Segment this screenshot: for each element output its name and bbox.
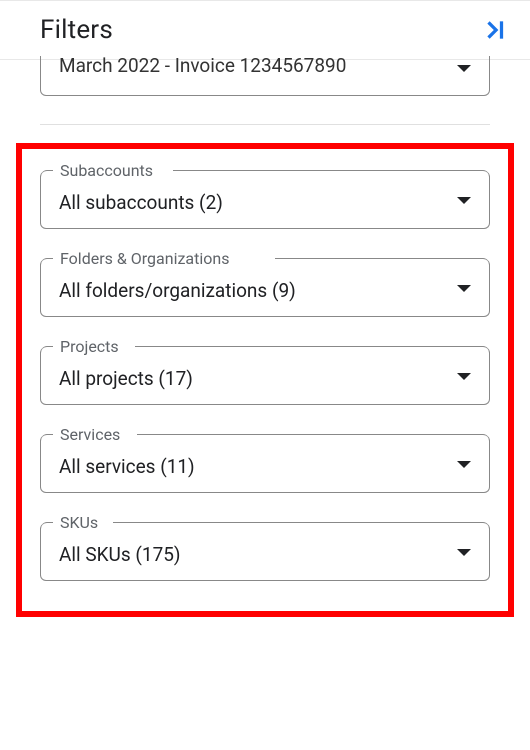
page-title: Filters xyxy=(40,15,113,45)
caret-down-icon xyxy=(457,373,471,380)
folders-label: Folders & Organizations xyxy=(54,249,235,268)
caret-down-icon xyxy=(457,285,471,292)
filter-skus: SKUs All SKUs (175) xyxy=(40,523,490,581)
services-label: Services xyxy=(54,425,126,444)
filter-subaccounts: Subaccounts All subaccounts (2) xyxy=(40,171,490,229)
services-value: All services (11) xyxy=(59,455,195,478)
caret-down-icon xyxy=(457,65,471,72)
filter-services: Services All services (11) xyxy=(40,435,490,493)
collapse-panel-icon[interactable] xyxy=(482,17,508,43)
highlighted-filters-group: Subaccounts All subaccounts (2) Folders … xyxy=(16,143,514,617)
skus-dropdown[interactable]: All SKUs (175) xyxy=(40,523,490,581)
projects-value: All projects (17) xyxy=(59,367,193,390)
subaccounts-label: Subaccounts xyxy=(54,161,159,180)
filter-folders: Folders & Organizations All folders/orga… xyxy=(40,259,490,317)
skus-label: SKUs xyxy=(54,513,104,532)
caret-down-icon xyxy=(457,197,471,204)
invoice-dropdown[interactable]: March 2022 - Invoice 1234567890 xyxy=(40,56,490,96)
subaccounts-value: All subaccounts (2) xyxy=(59,191,223,214)
skus-value: All SKUs (175) xyxy=(59,543,181,566)
section-divider xyxy=(40,124,490,125)
filters-header: Filters xyxy=(0,0,530,60)
filters-content: March 2022 - Invoice 1234567890 Subaccou… xyxy=(0,56,530,617)
invoice-section: March 2022 - Invoice 1234567890 xyxy=(0,56,530,96)
projects-label: Projects xyxy=(54,337,125,356)
folders-value: All folders/organizations (9) xyxy=(59,279,296,302)
caret-down-icon xyxy=(457,461,471,468)
caret-down-icon xyxy=(457,549,471,556)
filter-projects: Projects All projects (17) xyxy=(40,347,490,405)
invoice-value: March 2022 - Invoice 1234567890 xyxy=(59,54,346,77)
chevron-right-bar-icon xyxy=(482,17,508,43)
